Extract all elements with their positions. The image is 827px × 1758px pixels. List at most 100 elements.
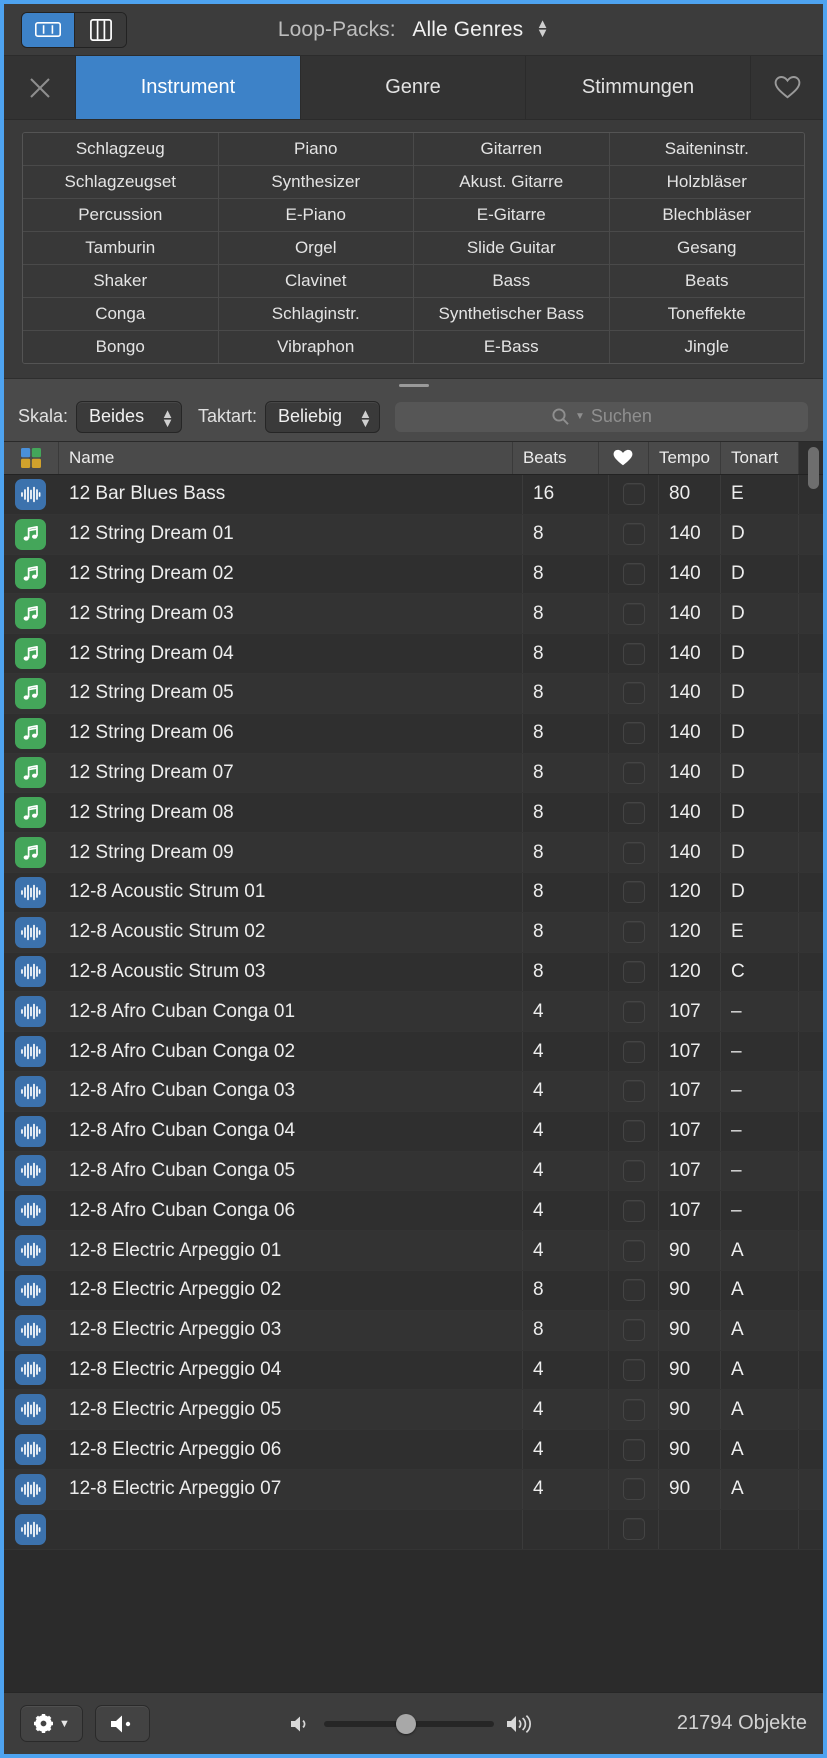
row-favorite-cell[interactable] xyxy=(609,833,659,872)
favorite-checkbox[interactable] xyxy=(623,483,645,505)
category-cell[interactable]: Slide Guitar xyxy=(413,232,609,264)
favorite-checkbox[interactable] xyxy=(623,1160,645,1182)
category-cell[interactable]: E-Bass xyxy=(413,331,609,363)
category-cell[interactable]: Clavinet xyxy=(218,265,414,297)
table-row[interactable]: 12 String Dream 078140D xyxy=(4,754,823,794)
table-row[interactable]: 12-8 Afro Cuban Conga 014107– xyxy=(4,992,823,1032)
favorite-checkbox[interactable] xyxy=(623,722,645,744)
table-row[interactable]: 12 String Dream 038140D xyxy=(4,594,823,634)
row-favorite-cell[interactable] xyxy=(609,1072,659,1111)
table-row[interactable]: 12 String Dream 068140D xyxy=(4,714,823,754)
favorite-checkbox[interactable] xyxy=(623,802,645,824)
category-cell[interactable]: Shaker xyxy=(23,265,218,297)
table-row[interactable]: 12-8 Acoustic Strum 038120C xyxy=(4,953,823,993)
category-cell[interactable]: Vibraphon xyxy=(218,331,414,363)
table-row[interactable]: 12-8 Electric Arpeggio 04490A xyxy=(4,1351,823,1391)
category-cell[interactable]: Tamburin xyxy=(23,232,218,264)
category-cell[interactable]: Blechbläser xyxy=(609,199,805,231)
category-cell[interactable]: Toneffekte xyxy=(609,298,805,330)
table-row[interactable]: 12-8 Afro Cuban Conga 024107– xyxy=(4,1032,823,1072)
preview-mute-button[interactable] xyxy=(95,1705,150,1742)
favorite-checkbox[interactable] xyxy=(623,842,645,864)
table-row[interactable]: 12-8 Electric Arpeggio 07490A xyxy=(4,1470,823,1510)
volume-control[interactable] xyxy=(150,1714,677,1734)
row-favorite-cell[interactable] xyxy=(609,594,659,633)
category-cell[interactable]: Jingle xyxy=(609,331,805,363)
favorite-checkbox[interactable] xyxy=(623,682,645,704)
favorite-checkbox[interactable] xyxy=(623,563,645,585)
close-button[interactable] xyxy=(4,56,76,119)
view-mode-segmented-control[interactable] xyxy=(21,12,127,48)
table-row[interactable]: 12-8 Acoustic Strum 028120E xyxy=(4,913,823,953)
category-cell[interactable]: Bongo xyxy=(23,331,218,363)
list-view-button[interactable] xyxy=(22,13,74,47)
chevron-down-icon[interactable]: ▼ xyxy=(575,411,585,422)
volume-slider-knob[interactable] xyxy=(396,1714,416,1734)
table-row[interactable]: 12-8 Electric Arpeggio 01490A xyxy=(4,1231,823,1271)
table-row[interactable]: 12-8 Afro Cuban Conga 034107– xyxy=(4,1072,823,1112)
category-cell[interactable]: Schlagzeug xyxy=(23,133,218,165)
category-cell[interactable]: Synthetischer Bass xyxy=(413,298,609,330)
favorite-checkbox[interactable] xyxy=(623,1359,645,1381)
table-row[interactable]: 12 String Dream 098140D xyxy=(4,833,823,873)
favorite-checkbox[interactable] xyxy=(623,961,645,983)
favorite-checkbox[interactable] xyxy=(623,881,645,903)
tab-instrument[interactable]: Instrument xyxy=(76,56,301,119)
row-favorite-cell[interactable] xyxy=(609,1112,659,1151)
table-row[interactable] xyxy=(4,1510,823,1550)
row-favorite-cell[interactable] xyxy=(609,674,659,713)
stepper-up-down-icon[interactable]: ▲▼ xyxy=(536,19,549,37)
table-row[interactable]: 12-8 Electric Arpeggio 02890A xyxy=(4,1271,823,1311)
row-favorite-cell[interactable] xyxy=(609,873,659,912)
search-input[interactable]: ▼ Suchen xyxy=(394,401,809,433)
tab-stimmungen[interactable]: Stimmungen xyxy=(526,56,751,119)
row-favorite-cell[interactable] xyxy=(609,992,659,1031)
row-favorite-cell[interactable] xyxy=(609,475,659,514)
tab-genre[interactable]: Genre xyxy=(301,56,526,119)
favorite-checkbox[interactable] xyxy=(623,1279,645,1301)
row-favorite-cell[interactable] xyxy=(609,1231,659,1270)
row-favorite-cell[interactable] xyxy=(609,754,659,793)
category-cell[interactable]: Gitarren xyxy=(413,133,609,165)
pane-divider[interactable] xyxy=(4,378,823,392)
volume-slider[interactable] xyxy=(324,1721,494,1727)
category-cell[interactable]: Conga xyxy=(23,298,218,330)
table-row[interactable]: 12-8 Electric Arpeggio 03890A xyxy=(4,1311,823,1351)
row-favorite-cell[interactable] xyxy=(609,634,659,673)
row-favorite-cell[interactable] xyxy=(609,913,659,952)
column-header-icon[interactable] xyxy=(4,442,59,474)
column-view-button[interactable] xyxy=(74,13,126,47)
table-row[interactable]: 12 String Dream 058140D xyxy=(4,674,823,714)
favorite-checkbox[interactable] xyxy=(623,1200,645,1222)
category-cell[interactable]: E-Gitarre xyxy=(413,199,609,231)
row-favorite-cell[interactable] xyxy=(609,714,659,753)
row-favorite-cell[interactable] xyxy=(609,1271,659,1310)
category-cell[interactable]: Schlaginstr. xyxy=(218,298,414,330)
table-row[interactable]: 12 String Dream 018140D xyxy=(4,515,823,555)
scale-dropdown[interactable]: Beides ▲▼ xyxy=(76,401,182,433)
table-row[interactable]: 12 String Dream 088140D xyxy=(4,793,823,833)
row-favorite-cell[interactable] xyxy=(609,1510,659,1549)
table-row[interactable]: 12-8 Electric Arpeggio 05490A xyxy=(4,1390,823,1430)
favorite-checkbox[interactable] xyxy=(623,762,645,784)
row-favorite-cell[interactable] xyxy=(609,1351,659,1390)
table-row[interactable]: 12 String Dream 028140D xyxy=(4,555,823,595)
favorite-checkbox[interactable] xyxy=(623,1120,645,1142)
favorite-checkbox[interactable] xyxy=(623,1001,645,1023)
category-cell[interactable]: E-Piano xyxy=(218,199,414,231)
favorites-tab[interactable] xyxy=(751,56,823,119)
table-row[interactable]: 12-8 Afro Cuban Conga 054107– xyxy=(4,1152,823,1192)
row-favorite-cell[interactable] xyxy=(609,515,659,554)
category-cell[interactable]: Holzbläser xyxy=(609,166,805,198)
table-row[interactable]: 12 Bar Blues Bass1680E xyxy=(4,475,823,515)
row-favorite-cell[interactable] xyxy=(609,1470,659,1509)
favorite-checkbox[interactable] xyxy=(623,603,645,625)
favorite-checkbox[interactable] xyxy=(623,1478,645,1500)
favorite-checkbox[interactable] xyxy=(623,1319,645,1341)
table-row[interactable]: 12-8 Electric Arpeggio 06490A xyxy=(4,1430,823,1470)
favorite-checkbox[interactable] xyxy=(623,921,645,943)
favorite-checkbox[interactable] xyxy=(623,1240,645,1262)
favorite-checkbox[interactable] xyxy=(623,1518,645,1540)
category-cell[interactable]: Beats xyxy=(609,265,805,297)
table-row[interactable]: 12-8 Acoustic Strum 018120D xyxy=(4,873,823,913)
